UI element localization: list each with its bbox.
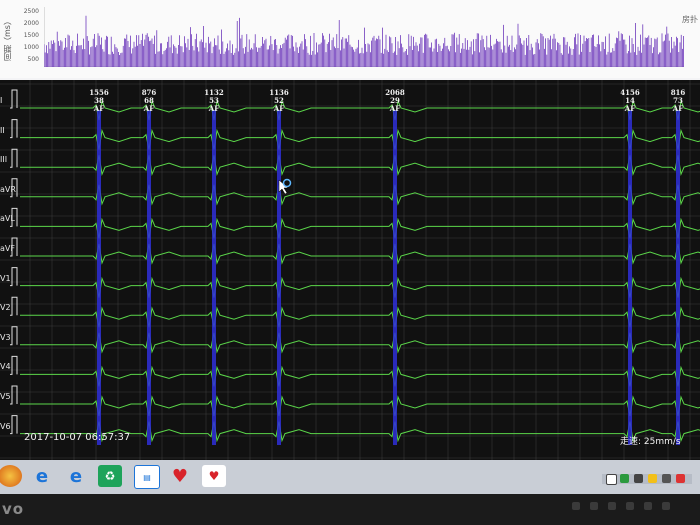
- lead-label-avf: aVF: [0, 244, 15, 253]
- rr-tick: 2500: [23, 8, 39, 15]
- monitor-button[interactable]: [608, 502, 616, 510]
- rr-tick: 1500: [23, 32, 39, 39]
- beat-annotation[interactable]: 816 73 AF: [663, 89, 693, 113]
- paper-speed: 走速: 25mm/s: [620, 437, 681, 447]
- heart-monitor-icon[interactable]: ♥: [202, 465, 226, 487]
- tray-icon[interactable]: [676, 474, 685, 483]
- lead-label-iii: III: [0, 155, 8, 165]
- ecg-grid: [0, 80, 700, 460]
- app-window-icon[interactable]: ▤: [134, 465, 160, 489]
- windows-taskbar: e e ♻ ▤ ♥ ♥: [0, 460, 700, 494]
- tray-icon[interactable]: [620, 474, 629, 483]
- monitor-button[interactable]: [590, 502, 598, 510]
- lead-label-avl: aVL: [0, 214, 15, 224]
- lead-label-v5: V5: [0, 392, 11, 401]
- beat-annotation[interactable]: 876 68 AF: [134, 89, 164, 113]
- lead-label-ii: II: [0, 125, 5, 135]
- rr-interval-panel: 间期（ms） 2500 2000 1500 1000 500 房扑: [0, 0, 700, 78]
- beat-marker[interactable]: [628, 110, 632, 445]
- beat-annotation[interactable]: 4156 14 AF: [615, 89, 645, 113]
- beat-annotation[interactable]: 1132 53 AF: [199, 89, 229, 113]
- beat-label: AF: [672, 104, 684, 113]
- beat-marker[interactable]: [97, 110, 101, 445]
- tray-icon[interactable]: [634, 474, 643, 483]
- monitor-brand: vo: [2, 500, 25, 518]
- lead-label-avr: aVR: [0, 184, 16, 194]
- start-orb-icon[interactable]: [0, 465, 22, 487]
- ie-alt-icon[interactable]: e: [64, 465, 88, 487]
- beat-label: AF: [93, 104, 105, 113]
- beat-marker[interactable]: [212, 110, 216, 445]
- rr-corner-label: 房扑: [682, 15, 698, 24]
- beat-label: AF: [273, 104, 285, 113]
- rr-axis-label: 间期（ms）: [3, 17, 12, 61]
- rr-tick: 500: [27, 56, 39, 63]
- lead-label-v4: V4: [0, 362, 11, 372]
- record-timestamp: 2017-10-07 06:57:37: [24, 432, 131, 443]
- beat-label: AF: [143, 104, 155, 113]
- monitor-button[interactable]: [572, 502, 580, 510]
- beat-annotation[interactable]: 1556 38 AF: [84, 89, 114, 113]
- lead-label-v1: V1: [0, 273, 11, 283]
- beat-annotation[interactable]: 1136 52 AF: [264, 89, 294, 113]
- monitor-button[interactable]: [626, 502, 634, 510]
- beat-label: AF: [389, 104, 401, 113]
- beat-marker[interactable]: [393, 110, 397, 445]
- monitor-button[interactable]: [662, 502, 670, 510]
- screen: 间期（ms） 2500 2000 1500 1000 500 房扑 I II III…: [0, 0, 700, 460]
- heart-app-icon[interactable]: ♥: [168, 465, 192, 487]
- recycle-icon[interactable]: ♻: [98, 465, 122, 487]
- ecg-strip[interactable]: I II III aVR aVL aVF V1 V2 V3 V4 V5 V6 1556 38 AF 876 6…: [0, 80, 700, 460]
- lead-label-v3: V3: [0, 332, 11, 342]
- tray-icon[interactable]: [648, 474, 657, 483]
- tray-icon[interactable]: [606, 474, 617, 485]
- monitor-bezel: vo: [0, 494, 700, 525]
- beat-marker[interactable]: [277, 110, 281, 445]
- system-tray: [602, 474, 692, 485]
- beat-label: AF: [624, 104, 636, 113]
- beat-marker[interactable]: [147, 110, 151, 445]
- monitor-button[interactable]: [644, 502, 652, 510]
- beat-marker[interactable]: [676, 110, 680, 445]
- lead-label-v6: V6: [0, 421, 11, 431]
- tray-icon[interactable]: [662, 474, 671, 483]
- lead-label-i: I: [0, 96, 3, 105]
- rr-tick: 2000: [23, 20, 39, 27]
- beat-annotation[interactable]: 2068 29 AF: [380, 89, 410, 113]
- ie-icon[interactable]: e: [30, 465, 54, 487]
- beat-label: AF: [208, 104, 220, 113]
- rr-histogram[interactable]: [44, 7, 684, 67]
- lead-label-v2: V2: [0, 303, 11, 313]
- rr-tick: 1000: [23, 44, 39, 51]
